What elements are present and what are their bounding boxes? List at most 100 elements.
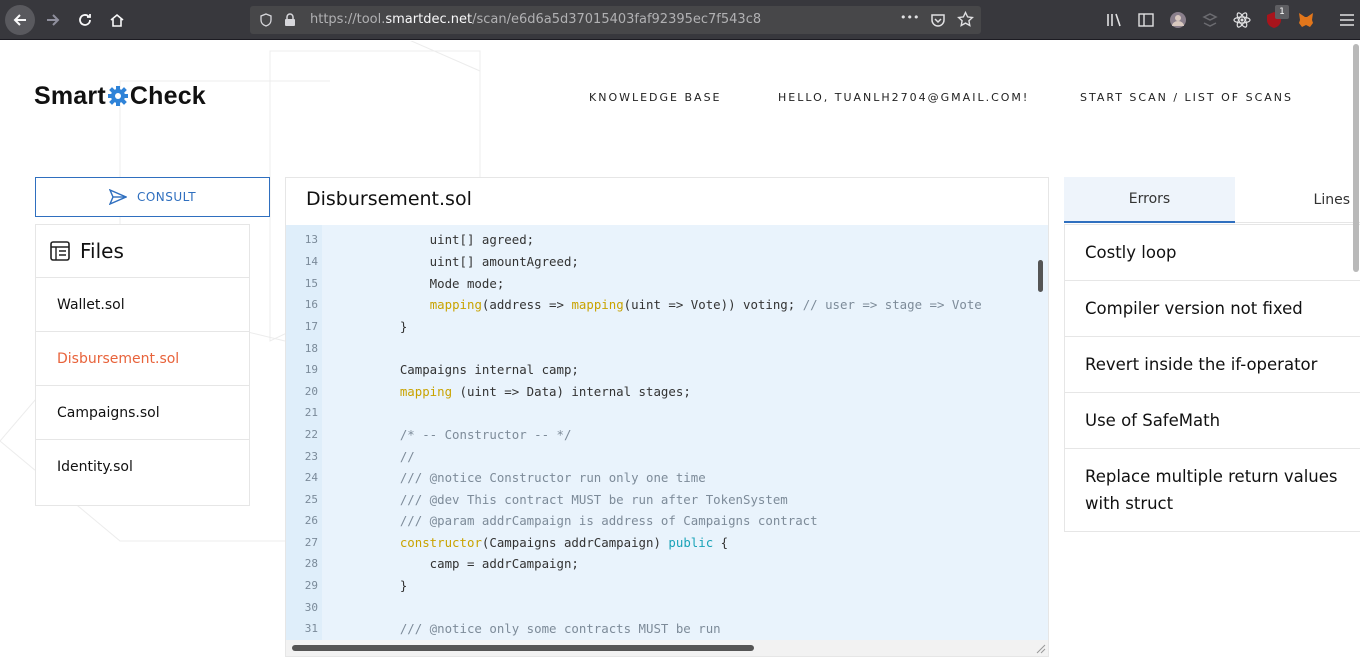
line-number: 16 [304, 298, 318, 311]
code-line-22: /* -- Constructor -- */ [370, 427, 572, 442]
address-bar[interactable]: https://tool.smartdec.net/scan/e6d6a5d37… [250, 6, 981, 34]
nav-knowledge-base[interactable]: KNOWLEDGE BASE [589, 91, 722, 104]
line-number: 15 [304, 277, 318, 290]
line-number: 13 [304, 233, 318, 246]
code-line-28: camp = addrCampaign; [370, 556, 579, 571]
line-number: 18 [304, 342, 318, 355]
smartcheck-logo[interactable]: Smart Check [34, 81, 206, 111]
nav-start-scan[interactable]: START SCAN / LIST OF SCANS [1080, 91, 1293, 104]
code-line-13: uint[] agreed; [370, 232, 535, 247]
error-item[interactable]: Use of SafeMath [1065, 393, 1360, 449]
code-viewer: Disbursement.sol 12131415161718192021222… [285, 177, 1049, 657]
code-line-25: /// @dev This contract MUST be run after… [370, 492, 788, 507]
line-number: 29 [304, 579, 318, 592]
sidebar-toggle-icon[interactable] [1136, 10, 1156, 30]
code-line-20: mapping (uint => Data) internal stages; [399, 384, 691, 399]
home-icon [110, 13, 124, 27]
code-line-23: // [370, 449, 415, 464]
react-devtools-icon[interactable] [1232, 10, 1252, 30]
pocket-icon[interactable] [930, 12, 946, 28]
table-icon [50, 241, 70, 261]
logo-text-check: Check [129, 81, 206, 110]
code-line-16: mapping(address => mapping(uint => Vote)… [429, 297, 982, 312]
code-line-31: /// @notice only some contracts MUST be … [370, 621, 721, 636]
errors-list: Costly loop Compiler version not fixed R… [1064, 224, 1360, 532]
files-header: Files [36, 225, 249, 278]
home-button[interactable] [102, 5, 132, 35]
back-button[interactable] [5, 5, 35, 35]
paper-plane-icon [108, 189, 127, 205]
keyword-token: mapping [571, 297, 624, 312]
reload-icon [79, 14, 91, 26]
lock-icon [285, 13, 295, 26]
error-item[interactable]: Replace multiple return values with stru… [1065, 449, 1360, 531]
page-actions-icon[interactable]: ••• [900, 11, 919, 24]
keyword-token: mapping [399, 384, 453, 399]
url-text: https://tool.smartdec.net/scan/e6d6a5d37… [310, 12, 762, 27]
code-horizontal-scroll-track[interactable] [286, 640, 1048, 656]
arrow-right-icon [47, 14, 60, 26]
file-item-campaigns[interactable]: Campaigns.sol [36, 386, 249, 440]
library-icon[interactable] [1105, 10, 1125, 30]
line-number: 31 [304, 622, 318, 635]
forward-button[interactable] [38, 5, 68, 35]
line-number: 22 [304, 428, 318, 441]
metamask-fox-icon[interactable] [1296, 10, 1316, 30]
consult-label: CONSULT [136, 190, 197, 204]
file-item-identity[interactable]: Identity.sol [36, 440, 249, 494]
line-number: 24 [304, 471, 318, 484]
comment-token: // user => stage => Vote [802, 297, 982, 312]
line-number: 21 [304, 406, 318, 419]
menu-hamburger-icon[interactable] [1337, 10, 1357, 30]
page: Smart Check KNOWLEDGE BASE HELLO, TUANLH… [0, 41, 1360, 657]
tab-errors[interactable]: Errors [1064, 177, 1235, 223]
code-line-17: } [370, 319, 408, 334]
page-vertical-scrollbar[interactable] [1353, 44, 1359, 272]
code-line-24: /// @notice Constructor run only one tim… [370, 470, 706, 485]
line-number: 27 [304, 536, 318, 549]
tab-lines[interactable]: Lines [1235, 177, 1360, 223]
line-number: 14 [304, 255, 318, 268]
line-number: 19 [304, 363, 318, 376]
line-number: 17 [304, 320, 318, 333]
line-number: 25 [304, 493, 318, 506]
logo-text-smart: Smart [34, 81, 106, 110]
code-line-27: constructor(Campaigns addrCampaign) publ… [399, 535, 729, 550]
line-number: 23 [304, 450, 318, 463]
error-item[interactable]: Revert inside the if-operator [1065, 337, 1360, 393]
line-number: 30 [304, 601, 318, 614]
keyword-token: mapping [429, 297, 482, 312]
container-extension-icon[interactable] [1200, 10, 1220, 30]
file-item-wallet[interactable]: Wallet.sol [36, 278, 249, 332]
keyword-token: constructor [399, 535, 482, 550]
code-line-15: Mode mode; [370, 276, 505, 291]
extension-badge: 1 [1275, 5, 1289, 19]
arrow-left-icon [13, 14, 26, 26]
shield-icon [260, 13, 272, 27]
code-line-26: /// @param addrCampaign is address of Ca… [370, 513, 818, 528]
keyword-token: public [668, 535, 714, 550]
account-avatar-icon[interactable] [1168, 10, 1188, 30]
browser-toolbar: https://tool.smartdec.net/scan/e6d6a5d37… [0, 0, 1360, 40]
gear-icon [107, 85, 129, 107]
consult-button[interactable]: CONSULT [35, 177, 270, 217]
nav-user-greeting[interactable]: HELLO, TUANLH2704@GMAIL.COM! [778, 91, 1029, 104]
bookmark-star-icon[interactable] [957, 11, 974, 28]
resize-handle-icon[interactable] [1034, 642, 1046, 654]
code-line-19: Campaigns internal camp; [370, 362, 579, 377]
code-horizontal-scrollbar[interactable] [292, 645, 754, 651]
line-number: 28 [304, 557, 318, 570]
code-line-29: } [370, 578, 408, 593]
files-title: Files [80, 239, 124, 263]
files-panel: Files Wallet.sol Disbursement.sol Campai… [35, 224, 250, 506]
code-area[interactable]: 1213141516171819202122232425262728293031… [286, 225, 1048, 640]
error-item[interactable]: Costly loop [1065, 225, 1360, 281]
file-item-disbursement[interactable]: Disbursement.sol [36, 332, 249, 386]
code-file-title: Disbursement.sol [306, 188, 472, 210]
code-vertical-scrollbar[interactable] [1038, 260, 1043, 292]
code-line-14: uint[] amountAgreed; [370, 254, 579, 269]
results-tabs: Errors Lines [1064, 177, 1360, 223]
reload-button[interactable] [70, 5, 100, 35]
error-item[interactable]: Compiler version not fixed [1065, 281, 1360, 337]
line-number: 26 [304, 514, 318, 527]
